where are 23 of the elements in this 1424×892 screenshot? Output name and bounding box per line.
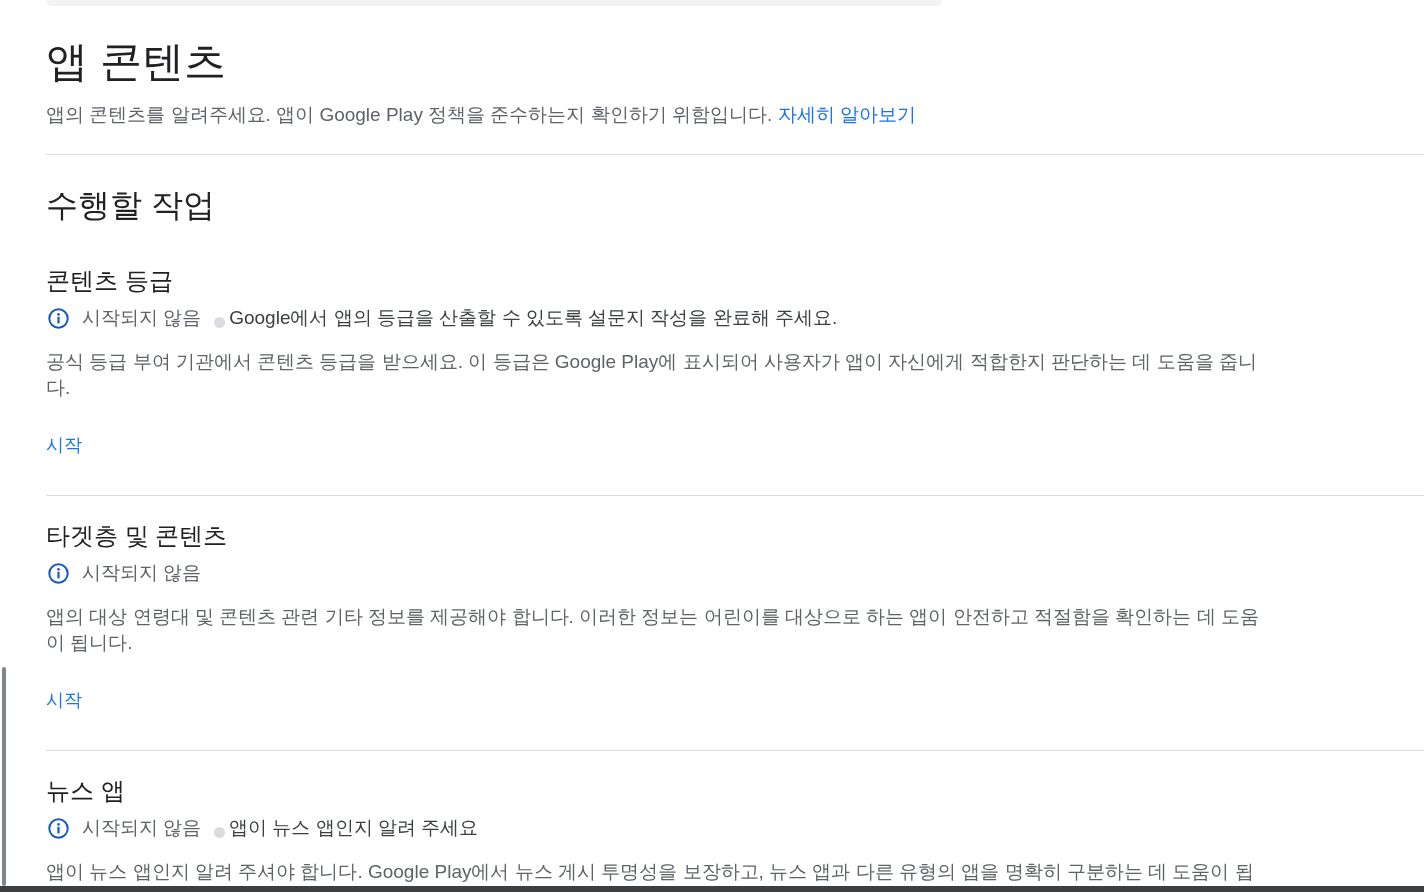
status-label: 시작되지 않음: [82, 307, 202, 329]
page-description: 앱의 콘텐츠를 알려주세요. 앱이 Google Play 정책을 준수하는지 확인하기 위함입니다. 자세히 알아보기: [46, 103, 916, 127]
info-icon: [48, 562, 69, 584]
task-title: 뉴스 앱: [46, 777, 125, 806]
separator-dot-icon: [214, 826, 226, 838]
task-description: 앱이 뉴스 앱인지 알려 주셔야 합니다. Google Play에서 뉴스 게시 투명성을 보장하고, 뉴스 앱과 다른 유형의 앱을 명확히 구분하는 데 도움이 됩: [46, 860, 1255, 884]
task-description: 공식 등급 부여 기관에서 콘텐츠 등급을 받으세요. 이 등급은 Google Play에 표시되어 사용자가 앱이 자신에게 적합한지 판단하는 데 도움을 줍니다.: [46, 350, 1258, 400]
status-message: Google에서 앱의 등급을 산출할 수 있도록 설문지 작성을 완료해 주세요.: [229, 307, 838, 329]
start-link[interactable]: 시작: [46, 688, 82, 712]
learn-more-link[interactable]: 자세히 알아보기: [777, 104, 916, 125]
page-title: 앱 콘텐츠: [46, 37, 226, 87]
start-link[interactable]: 시작: [46, 433, 82, 457]
scrollbar-thumb[interactable]: [2, 667, 6, 886]
status-label: 시작되지 않음: [82, 817, 202, 839]
info-icon: [48, 307, 69, 329]
task-title: 타겟층 및 콘텐츠: [46, 522, 228, 551]
info-icon: [48, 817, 69, 839]
task-title: 콘텐츠 등급: [46, 267, 173, 296]
task-description: 앱의 대상 연령대 및 콘텐츠 관련 기타 정보를 제공해야 합니다. 이러한 정보는 어린이를 대상으로 하는 앱이 안전하고 적절함을 확인하는 데 도움이 됩니다.: [46, 605, 1260, 655]
status-label: 시작되지 않음: [82, 562, 202, 584]
separator-dot-icon: [214, 316, 226, 328]
status-message: 앱이 뉴스 앱인지 알려 주세요: [229, 817, 479, 839]
section-heading: 수행할 작업: [46, 186, 215, 225]
